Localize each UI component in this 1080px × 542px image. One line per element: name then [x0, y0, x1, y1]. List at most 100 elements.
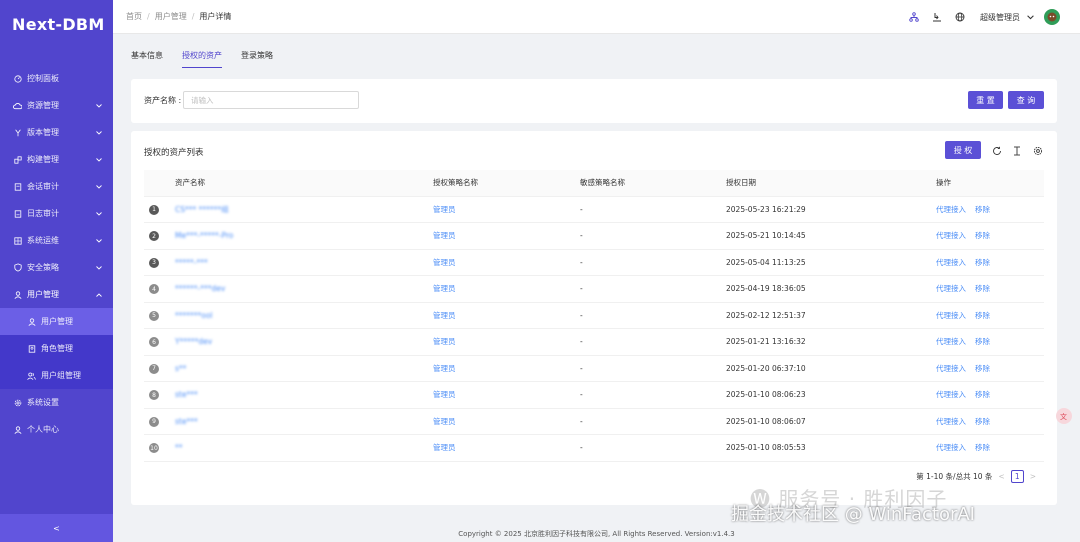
strategy-link[interactable]: 管理员: [433, 390, 456, 399]
asset-name-link[interactable]: *****-***: [175, 258, 208, 267]
sidebar-item-dashboard[interactable]: 控制面板: [0, 65, 113, 92]
branch-icon: [13, 128, 22, 137]
asset-name-link[interactable]: s**: [175, 364, 186, 373]
sidebar-item-label: 版本管理: [27, 128, 59, 137]
sidebar-item-resource[interactable]: 资源管理: [0, 92, 113, 119]
tab-authorized-assets[interactable]: 授权的资产: [182, 50, 222, 68]
sidebar-item-version[interactable]: 版本管理: [0, 119, 113, 146]
sidebar-item-label: 个人中心: [27, 425, 59, 434]
asset-name-link[interactable]: ste***: [175, 417, 198, 426]
asset-name-link[interactable]: Y*****dev: [175, 337, 212, 346]
pagination-next-button[interactable]: >: [1030, 472, 1036, 481]
row-index-badge: 3: [149, 257, 159, 268]
strategy-link[interactable]: 管理员: [433, 258, 456, 267]
asset-name-input[interactable]: 请输入: [183, 91, 359, 109]
asset-name-link[interactable]: **: [175, 443, 183, 452]
breadcrumb-home[interactable]: 首页: [126, 11, 142, 22]
sidebar-item-profile[interactable]: 个人中心: [0, 416, 113, 443]
query-button[interactable]: 查 询: [1008, 91, 1044, 109]
row-index-cell: 2: [144, 222, 175, 250]
row-index-badge: 6: [149, 337, 159, 347]
proxy-access-link[interactable]: 代理接入: [936, 231, 966, 240]
sensitive-cell: -: [580, 355, 726, 382]
sidebar-item-label: 用户管理: [27, 290, 59, 299]
detail-tabs: 基本信息 授权的资产 登录策略: [131, 50, 292, 68]
proxy-access-link[interactable]: 代理接入: [936, 417, 966, 426]
chevron-down-icon: [95, 237, 103, 245]
asset-name-link[interactable]: CS*** ******组: [175, 205, 229, 214]
asset-name-link[interactable]: ******-***dev: [175, 284, 225, 293]
asset-name-cell: CS*** ******组: [175, 196, 433, 223]
proxy-access-link[interactable]: 代理接入: [936, 284, 966, 293]
remove-link[interactable]: 移除: [975, 311, 990, 320]
strategy-cell: 管理员: [433, 381, 580, 409]
strategy-link[interactable]: 管理员: [433, 337, 456, 346]
breadcrumb-user-management[interactable]: 用户管理: [155, 11, 187, 22]
sidebar-subitem-users[interactable]: 用户管理: [0, 308, 113, 335]
remove-link[interactable]: 移除: [975, 443, 990, 452]
pagination-page-1[interactable]: 1: [1010, 470, 1024, 483]
sidebar-item-security[interactable]: 安全策略: [0, 254, 113, 281]
remove-link[interactable]: 移除: [975, 417, 990, 426]
pagination-summary: 第 1-10 条/总共 10 条: [916, 472, 993, 481]
sidebar-subitem-roles[interactable]: 角色管理: [0, 335, 113, 362]
strategy-link[interactable]: 管理员: [433, 284, 456, 293]
strategy-link[interactable]: 管理员: [433, 417, 456, 426]
remove-link[interactable]: 移除: [975, 205, 990, 214]
asset-name-link[interactable]: *******ool: [175, 311, 213, 320]
proxy-access-link[interactable]: 代理接入: [936, 258, 966, 267]
reset-button[interactable]: 重 置: [968, 91, 1003, 109]
sensitive-cell: -: [580, 328, 726, 356]
sidebar-item-ops[interactable]: 系统运维: [0, 227, 113, 254]
strategy-link[interactable]: 管理员: [433, 443, 456, 452]
proxy-access-link[interactable]: 代理接入: [936, 311, 966, 320]
remove-link[interactable]: 移除: [975, 258, 990, 267]
proxy-access-link[interactable]: 代理接入: [936, 337, 966, 346]
asset-name-link[interactable]: Me***-*****-Pro: [175, 231, 233, 240]
authorize-button[interactable]: 授 权: [945, 141, 981, 159]
tab-basic-info[interactable]: 基本信息: [131, 50, 163, 68]
column-header-actions: 操作: [936, 170, 1044, 197]
remove-link[interactable]: 移除: [975, 231, 990, 240]
proxy-access-link[interactable]: 代理接入: [936, 443, 966, 452]
proxy-access-link[interactable]: 代理接入: [936, 205, 966, 214]
pagination-prev-button[interactable]: <: [998, 472, 1004, 481]
remove-link[interactable]: 移除: [975, 364, 990, 373]
sidebar-collapse-button[interactable]: <: [0, 514, 113, 542]
settings-icon[interactable]: [1032, 145, 1043, 156]
table-row: 3 *****-*** 管理员 -2025-05-04 11:13:25 代理接入 移除: [144, 249, 1044, 276]
remove-link[interactable]: 移除: [975, 390, 990, 399]
download-icon[interactable]: [931, 11, 943, 23]
row-index-badge: 2: [149, 231, 159, 241]
translate-float-button[interactable]: 文: [1056, 408, 1072, 424]
proxy-access-link[interactable]: 代理接入: [936, 364, 966, 373]
actions-cell: 代理接入 移除: [936, 275, 1044, 303]
strategy-link[interactable]: 管理员: [433, 231, 456, 240]
strategy-link[interactable]: 管理员: [433, 205, 456, 214]
asset-name-link[interactable]: ste***: [175, 390, 198, 399]
row-index-cell: 6: [144, 328, 175, 356]
remove-link[interactable]: 移除: [975, 337, 990, 346]
avatar[interactable]: [1044, 9, 1060, 25]
sidebar-subitem-user-groups[interactable]: 用户组管理: [0, 362, 113, 389]
shield-icon: [13, 263, 22, 272]
remove-link[interactable]: 移除: [975, 284, 990, 293]
app-logo: Next-DBM: [12, 14, 105, 34]
globe-icon[interactable]: [954, 11, 966, 23]
column-height-icon[interactable]: [1011, 145, 1022, 156]
sidebar-item-build[interactable]: 构建管理: [0, 146, 113, 173]
proxy-access-link[interactable]: 代理接入: [936, 390, 966, 399]
strategy-link[interactable]: 管理员: [433, 311, 456, 320]
refresh-icon[interactable]: [991, 145, 1002, 156]
row-index-cell: 10: [144, 434, 175, 462]
cluster-icon[interactable]: [908, 11, 920, 23]
chevron-down-icon[interactable]: [1024, 11, 1036, 23]
sidebar-item-settings[interactable]: 系统设置: [0, 389, 113, 416]
sidebar-item-session-audit[interactable]: 会话审计: [0, 173, 113, 200]
strategy-link[interactable]: 管理员: [433, 364, 456, 373]
sidebar-item-log-audit[interactable]: 日志审计: [0, 200, 113, 227]
tab-login-policy[interactable]: 登录策略: [241, 50, 273, 68]
sidebar-item-user-management[interactable]: 用户管理: [0, 281, 113, 308]
sidebar-item-label: 日志审计: [27, 209, 59, 218]
current-user-name[interactable]: 超级管理员: [980, 12, 1020, 23]
